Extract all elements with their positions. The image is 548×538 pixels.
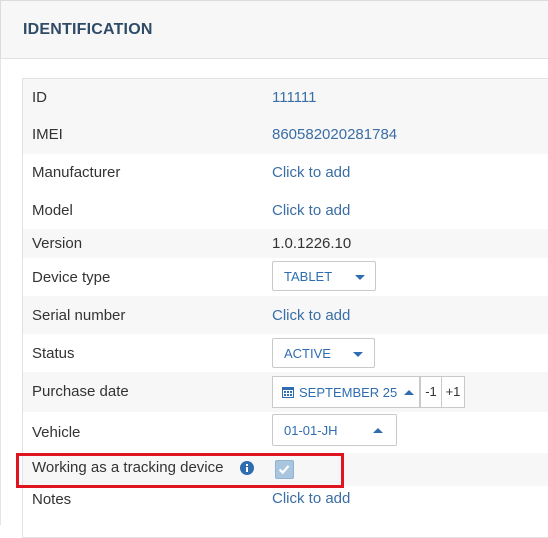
device-type-value: TABLET <box>284 269 333 284</box>
date-minus-button[interactable]: -1 <box>420 376 442 408</box>
chevron-down-icon <box>355 275 365 280</box>
row-purchase-date: Purchase date SEPTEMBER 25 -1 +1 <box>23 372 548 412</box>
status-value: ACTIVE <box>284 346 331 361</box>
date-plus-button[interactable]: +1 <box>441 376 465 408</box>
section-title: IDENTIFICATION <box>23 21 153 38</box>
chevron-down-icon <box>353 352 363 357</box>
row-vehicle: Vehicle 01-01-JH <box>23 412 548 453</box>
manufacturer-label: Manufacturer <box>32 164 121 181</box>
purchase-date-button[interactable]: SEPTEMBER 25 <box>272 376 420 408</box>
notes-label: Notes <box>32 491 72 508</box>
imei-label: IMEI <box>32 126 63 143</box>
model-add-link[interactable]: Click to add <box>272 202 350 219</box>
model-label: Model <box>32 202 73 219</box>
calendar-icon <box>282 387 294 398</box>
row-notes: Notes Click to add <box>23 486 548 525</box>
row-serial-number: Serial number Click to add <box>23 296 548 334</box>
status-label: Status <box>32 345 75 362</box>
purchase-date-label: Purchase date <box>32 383 129 400</box>
vehicle-label: Vehicle <box>32 424 81 441</box>
row-manufacturer: Manufacturer Click to add <box>23 154 548 192</box>
version-value: 1.0.1226.10 <box>272 235 352 252</box>
section-header: IDENTIFICATION <box>0 0 548 59</box>
purchase-date-value: SEPTEMBER 25 <box>299 385 398 400</box>
divider <box>0 59 1 525</box>
status-dropdown[interactable]: ACTIVE <box>272 338 375 368</box>
row-model: Model Click to add <box>23 192 548 229</box>
row-status: Status ACTIVE <box>23 334 548 372</box>
vehicle-value: 01-01-JH <box>284 423 338 438</box>
highlight-box <box>16 453 344 488</box>
chevron-up-icon <box>373 428 383 433</box>
serial-number-label: Serial number <box>32 307 126 324</box>
version-label: Version <box>32 235 83 252</box>
vehicle-dropdown[interactable]: 01-01-JH <box>272 414 397 446</box>
device-type-label: Device type <box>32 269 111 286</box>
manufacturer-add-link[interactable]: Click to add <box>272 164 350 181</box>
chevron-up-icon <box>404 390 414 395</box>
serial-number-add-link[interactable]: Click to add <box>272 307 350 324</box>
id-value[interactable]: 111111 <box>272 89 317 106</box>
notes-add-link[interactable]: Click to add <box>272 490 350 507</box>
row-version: Version 1.0.1226.10 <box>23 229 548 258</box>
device-type-dropdown[interactable]: TABLET <box>272 261 376 291</box>
imei-value[interactable]: 860582020281784 <box>272 126 397 143</box>
row-device-type: Device type TABLET <box>23 258 548 296</box>
row-imei: IMEI 860582020281784 <box>23 118 548 154</box>
row-id: ID 111111 <box>23 79 548 118</box>
id-label: ID <box>32 89 47 106</box>
